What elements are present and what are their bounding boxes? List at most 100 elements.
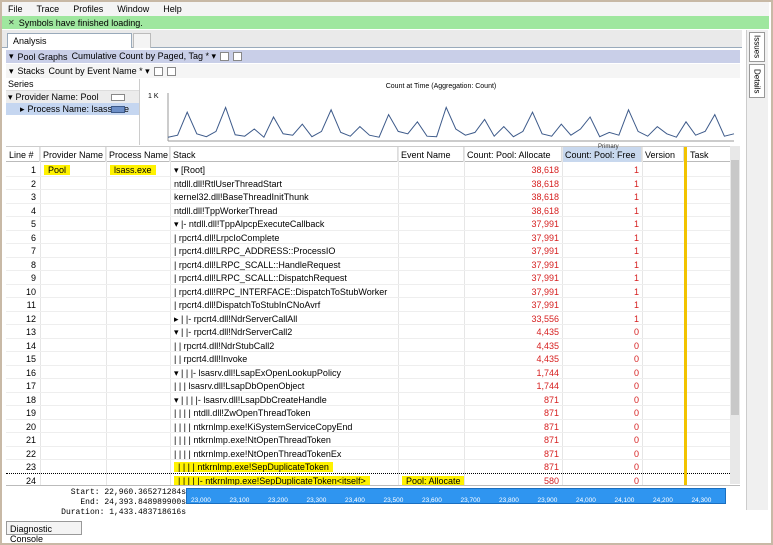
cell-provider — [42, 366, 104, 379]
menu-file[interactable]: File — [8, 4, 23, 14]
cell-event-text: Pool: Allocate — [402, 475, 464, 486]
cell-line-text: 13 — [25, 327, 36, 337]
settings-icon[interactable] — [233, 52, 243, 61]
scroll-thumb[interactable] — [731, 160, 739, 415]
expand-icon[interactable]: ▾ — [8, 92, 13, 103]
table-row[interactable]: 8 | rpcrt4.dll!LRPC_SCALL::HandleRequest 3… — [6, 258, 740, 271]
chart-icon[interactable] — [153, 66, 163, 76]
col-task[interactable]: Task — [687, 147, 736, 162]
vertical-scrollbar[interactable] — [730, 146, 740, 484]
table-view-dropdown[interactable]: Count by Event Name * ▾ — [49, 66, 150, 77]
cell-provider — [42, 352, 104, 365]
series-header: Series — [6, 79, 139, 91]
cell-line-text: 12 — [25, 313, 36, 324]
table-row[interactable]: 15 | | rpcrt4.dll!Invoke 4,435 0 — [6, 352, 740, 366]
cell-line-text: 15 — [25, 354, 36, 364]
col-provider[interactable]: Provider Name — [40, 147, 106, 162]
col-alloc[interactable]: Count: Pool: Allocate — [464, 147, 562, 162]
cell-event — [400, 258, 464, 271]
table-row[interactable]: 21 | | | | ntkrnlmp.exe!NtOpenThreadToken… — [6, 433, 740, 447]
duration-value: 1,433.483718616s — [109, 508, 186, 517]
graph-divider-bar[interactable] — [684, 147, 687, 485]
col-event[interactable]: Event Name — [398, 147, 464, 162]
cell-line-text: 9 — [30, 273, 36, 283]
cell-alloc: 37,991 — [466, 231, 562, 244]
cell-stack-text: ▾ | | |- lsasrv.dll!LsapExOpenLookupPoli… — [174, 367, 341, 378]
table-row[interactable]: 6 | rpcrt4.dll!LrpcIoComplete 37,991 1 — [6, 231, 740, 244]
table-row[interactable]: 13 ▾ | |- rpcrt4.dll!NdrServerCall2 4,435 0 — [6, 325, 740, 339]
cell-alloc: 37,991 — [466, 271, 562, 284]
series-line — [167, 105, 735, 139]
table-row[interactable]: 10 | rpcrt4.dll!RPC_INTERFACE::DispatchTo… — [6, 285, 740, 298]
table-row[interactable]: 7 | rpcrt4.dll!LRPC_ADDRESS::ProcessIO 37,… — [6, 244, 740, 258]
table-row[interactable]: 16 ▾ | | |- lsasrv.dll!LsapExOpenLookupPo… — [6, 366, 740, 379]
cell-stack-text: ▾ [Root] — [174, 165, 206, 175]
menu-help[interactable]: Help — [163, 4, 182, 14]
table-row[interactable]: 9 | rpcrt4.dll!LRPC_SCALL::DispatchReques… — [6, 271, 740, 285]
series-provider-row[interactable]: ▾ Provider Name: Pool — [6, 91, 139, 103]
table-row[interactable]: 4 ntdll.dll!TppWorkerThread 38,618 1 — [6, 204, 740, 217]
menu-trace[interactable]: Trace — [37, 4, 60, 14]
cell-free: 0 — [562, 379, 642, 392]
time-ruler[interactable]: 23,000 23,100 23,200 23,300 23,400 23,500 23,6… — [186, 488, 726, 504]
cell-free-text: 0 — [633, 475, 639, 486]
col-stack[interactable]: Stack — [170, 147, 398, 162]
table-row[interactable]: 19 | | | | ntdll.dll!ZwOpenThreadToken 871… — [6, 406, 740, 420]
cell-process — [108, 312, 170, 325]
diagnostic-console-button[interactable]: Diagnostic Console — [6, 521, 82, 544]
cell-provider-text: Pool — [44, 165, 71, 175]
cell-alloc: 871 — [466, 393, 562, 406]
cell-line: 13 — [6, 325, 38, 338]
graph-view-dropdown[interactable]: Cumulative Count by Paged, Tag * ▾ — [72, 51, 216, 62]
cell-alloc-text: 37,991 — [531, 219, 559, 229]
menu-profiles[interactable]: Profiles — [73, 4, 103, 14]
table-row[interactable]: 1 Pool lsass.exe ▾ [Root] 38,618 1 — [6, 163, 740, 177]
cell-provider — [42, 244, 104, 257]
table-row[interactable]: 18 ▾ | | | |- lsasrv.dll!LsapDbCreateHand… — [6, 393, 740, 406]
menu-window[interactable]: Window — [117, 4, 149, 14]
expand-icon[interactable]: ▸ — [20, 104, 25, 115]
cell-provider — [42, 460, 104, 473]
cell-line: 15 — [6, 352, 38, 365]
cell-free: 0 — [562, 339, 642, 352]
table-row[interactable]: 2 ntdll.dll!RtlUserThreadStart 38,618 1 — [6, 177, 740, 190]
table-row[interactable]: 22 | | | | ntkrnlmp.exe!NtOpenThreadToken… — [6, 447, 740, 460]
table-row[interactable]: 23 | | | | ntkrnlmp.exe!SepDuplicateToken… — [6, 460, 740, 474]
series-process-row[interactable]: ▸ Process Name: lsass.exe — [6, 103, 139, 115]
cell-line-text: 11 — [26, 300, 36, 310]
table-row[interactable]: 12 ▸ | |- rpcrt4.dll!NdrServerCallAll 33,5… — [6, 312, 740, 325]
count-graph[interactable]: Count at Time (Aggregation: Count) 1 K — [142, 79, 740, 145]
cell-alloc: 38,618 — [466, 190, 562, 203]
col-line[interactable]: Line # — [6, 147, 40, 162]
cell-event — [400, 271, 464, 284]
cell-stack: ▾ |- ntdll.dll!TppAlpcpExecuteCallback — [172, 217, 398, 230]
table-row[interactable]: 17 | | | lsasrv.dll!LsapDbOpenObject 1,744… — [6, 379, 740, 393]
cell-stack-text: | rpcrt4.dll!LRPC_SCALL::HandleRequest — [174, 259, 341, 270]
chart-icon[interactable] — [220, 52, 230, 61]
tab-analysis[interactable]: Analysis — [7, 33, 132, 48]
cell-alloc: 1,744 — [466, 366, 562, 379]
col-version[interactable]: Version — [642, 147, 684, 162]
details-tab[interactable]: Details — [749, 64, 765, 98]
cell-line-text: 8 — [30, 259, 36, 270]
cell-free: 1 — [562, 204, 642, 217]
cell-process — [108, 393, 170, 406]
settings-icon[interactable] — [166, 66, 176, 76]
table-row[interactable]: 20 | | | | ntkrnlmp.exe!KiSystemServiceCo… — [6, 420, 740, 433]
dismiss-icon[interactable]: ✕ — [8, 18, 15, 27]
table-row[interactable]: 14 | | rpcrt4.dll!NdrStubCall2 4,435 0 — [6, 339, 740, 352]
cell-free: 1 — [562, 231, 642, 244]
collapse-icon[interactable]: ▾ — [9, 66, 14, 77]
table-row[interactable]: 5 ▾ |- ntdll.dll!TppAlpcpExecuteCallback 3… — [6, 217, 740, 231]
col-process[interactable]: Process Name — [106, 147, 170, 162]
cell-event — [400, 393, 464, 406]
table-row[interactable]: 11 | rpcrt4.dll!DispatchToStubInCNoAvrf 37… — [6, 298, 740, 312]
cell-line-text: 1 — [30, 165, 36, 175]
cell-alloc: 37,991 — [466, 298, 562, 311]
cell-provider — [42, 285, 104, 298]
issues-tab[interactable]: Issues — [749, 32, 765, 62]
collapse-icon[interactable]: ▾ — [9, 51, 14, 62]
cell-line: 1 — [6, 163, 38, 176]
new-tab-button[interactable] — [133, 33, 151, 48]
table-row[interactable]: 3 kernel32.dll!BaseThreadInitThunk 38,618 1 — [6, 190, 740, 204]
